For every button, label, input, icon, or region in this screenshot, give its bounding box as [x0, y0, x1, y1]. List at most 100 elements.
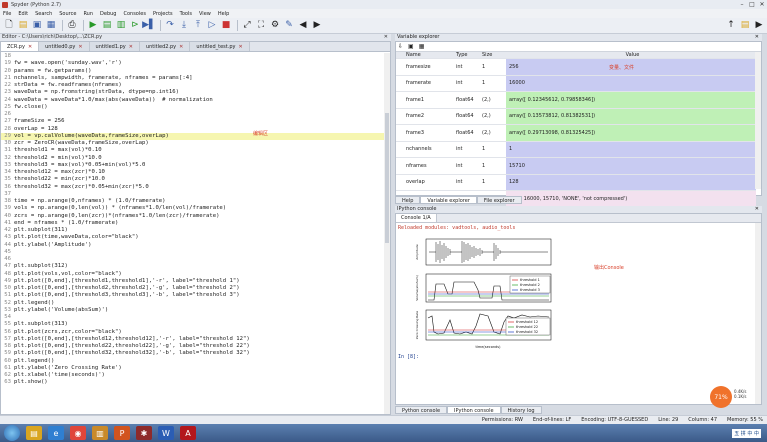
save-as-icon[interactable]: ▦ — [419, 43, 425, 50]
code-line[interactable]: 20 params = fw.getparams() — [1, 68, 390, 75]
code-line[interactable]: 21 nchannels, sampwidth, framerate, nfram… — [1, 75, 390, 82]
import-icon[interactable]: ⇩ — [398, 43, 403, 50]
code-line[interactable]: 52 plt.legend() — [1, 300, 390, 307]
tab-help[interactable]: Help — [395, 196, 421, 204]
word-icon[interactable]: W — [158, 426, 174, 440]
folder-icon[interactable]: ▤ — [739, 20, 751, 32]
new-file-icon[interactable]: 🗋 — [3, 20, 15, 32]
step-into-icon[interactable]: ⤓ — [178, 20, 190, 32]
code-line[interactable]: 46 — [1, 256, 390, 263]
run-icon[interactable]: ▶ — [87, 20, 99, 32]
tab-variable-explorer[interactable]: Variable explorer — [420, 196, 477, 204]
code-line[interactable]: 58 plt.plot([0,end],[threshold22,threshol… — [1, 343, 390, 350]
tab-untitled0[interactable]: untitled0.py ✕ — [39, 42, 90, 51]
variable-row[interactable]: framesize int 1 256 — [396, 59, 756, 76]
menu-run[interactable]: Run — [83, 11, 93, 17]
code-line[interactable]: 44 plt.ylabel('Amplitude') — [1, 242, 390, 249]
column-header-name[interactable]: Name — [396, 52, 456, 58]
close-pane-icon[interactable]: ✕ — [755, 34, 759, 40]
chrome-icon[interactable]: ◉ — [70, 426, 86, 440]
code-line[interactable]: 42 plt.subplot(311) — [1, 227, 390, 234]
run-cell-icon[interactable]: ▤ — [101, 20, 113, 32]
tab-console-1[interactable]: Console 1/A — [396, 214, 437, 222]
tab-history-log[interactable]: History log — [500, 406, 542, 414]
code-line[interactable]: 50 plt.plot([0,end],[threshold2,threshold… — [1, 285, 390, 292]
menu-source[interactable]: Source — [59, 11, 76, 17]
print-icon[interactable]: ⎙ — [66, 20, 78, 32]
scrollbar-thumb[interactable] — [385, 113, 389, 243]
menu-consoles[interactable]: Consoles — [123, 11, 145, 17]
back-icon[interactable]: ◀ — [297, 20, 309, 32]
console-prompt[interactable]: In [8]: — [398, 354, 419, 360]
menu-edit[interactable]: Edit — [18, 11, 28, 17]
code-line[interactable]: 43 plt.plot(time,waveData,color="black") — [1, 234, 390, 241]
code-line[interactable]: 32 threshold2 = min(vol)*10.0 — [1, 155, 390, 162]
menu-view[interactable]: View — [199, 11, 211, 17]
maximize-icon[interactable]: ⤢ — [241, 20, 253, 32]
code-line[interactable]: 61 plt.ylabel('Zero Crossing Rate') — [1, 365, 390, 372]
menu-help[interactable]: Help — [218, 11, 229, 17]
explorer-icon[interactable]: ▤ — [26, 426, 42, 440]
code-line[interactable]: 41 end = nframes * (1.0/framerate) — [1, 220, 390, 227]
save-all-icon[interactable]: ▦ — [45, 20, 57, 32]
menu-file[interactable]: File — [3, 11, 11, 17]
code-line[interactable]: 18 — [1, 53, 390, 60]
code-line[interactable]: 39 vols = np.arange(0,len(vol)) * (nframe… — [1, 205, 390, 212]
code-line[interactable]: 25 fw.close() — [1, 104, 390, 111]
code-line[interactable]: 37 — [1, 191, 390, 198]
variable-row[interactable]: frame2 float64 (2,) array([ 0.13573812, 0.8… — [396, 108, 756, 125]
up-arrow-icon[interactable]: ↑ — [725, 20, 737, 32]
continue-icon[interactable]: ▷ — [206, 20, 218, 32]
column-header-value[interactable]: Value — [506, 52, 756, 58]
console-scrollbar[interactable] — [755, 223, 761, 404]
code-line[interactable]: 33 threshold3 = max(vol)*0.05+min(vol)*5.… — [1, 162, 390, 169]
menu-projects[interactable]: Projects — [153, 11, 173, 17]
menu-search[interactable]: Search — [35, 11, 52, 17]
forward-icon[interactable]: ▶ — [311, 20, 323, 32]
code-line[interactable]: 45 — [1, 249, 390, 256]
ime-indicator[interactable]: 五 拼 中 中 — [732, 428, 761, 438]
variable-row[interactable]: nchannels int 1 1 — [396, 141, 756, 158]
ipython-console-pane[interactable]: Console 1/A Reloaded modules: vadtools, … — [395, 213, 762, 405]
code-line[interactable]: 49 plt.plot([0,end],[threshold1,threshold… — [1, 278, 390, 285]
code-line[interactable]: 47 plt.subplot(312) — [1, 263, 390, 270]
code-line[interactable]: 31 threshold1 = max(vol)*0.10 — [1, 147, 390, 154]
code-line[interactable]: 22 strData = fw.readframes(nframes) — [1, 82, 390, 89]
code-line[interactable]: 62 plt.xlabel('time(seconds)') — [1, 372, 390, 379]
code-line[interactable]: 27 frameSize = 256 — [1, 118, 390, 125]
close-tab-icon[interactable]: ✕ — [78, 44, 82, 50]
close-pane-icon[interactable]: ✕ — [755, 206, 759, 212]
menu-tools[interactable]: Tools — [180, 11, 192, 17]
code-line[interactable]: 59 plt.plot([0,end],[threshold32,threshol… — [1, 350, 390, 357]
code-line[interactable]: 28 overLap = 128 — [1, 126, 390, 133]
network-speed-badge[interactable]: 71% — [710, 386, 732, 408]
tab-untitled1[interactable]: untitled1.py ✕ — [89, 42, 140, 51]
tab-file-explorer[interactable]: File explorer — [476, 196, 522, 204]
code-line[interactable]: 34 threshold12 = max(zcr)*0.10 — [1, 169, 390, 176]
code-line[interactable]: 30 zcr = ZeroCR(waveData,frameSize,overLa… — [1, 140, 390, 147]
code-line[interactable]: 35 threshold22 = min(zcr)*10.0 — [1, 176, 390, 183]
close-tab-icon[interactable]: ✕ — [238, 44, 242, 50]
close-tab-icon[interactable]: ✕ — [28, 44, 32, 50]
code-line[interactable]: 63 plt.show() — [1, 379, 390, 386]
preferences-icon[interactable]: ⚙ — [269, 20, 281, 32]
close-pane-icon[interactable]: ✕ — [384, 34, 388, 40]
ie-icon[interactable]: e — [48, 426, 64, 440]
file-manager-icon[interactable]: ▥ — [92, 426, 108, 440]
python-path-icon[interactable]: ✎ — [283, 20, 295, 32]
code-line[interactable]: 48 plt.plot(vols,vol,color="black") — [1, 271, 390, 278]
code-line[interactable]: 60 plt.legend() — [1, 358, 390, 365]
tab-zcr[interactable]: ZCR.py ✕ — [1, 42, 40, 51]
code-line[interactable]: 40 zcrs = np.arange(0,len(zcr))*(nframes*… — [1, 213, 390, 220]
variable-row[interactable]: nframes int 1 15710 — [396, 158, 756, 175]
tab-ipython-console[interactable]: IPython console — [447, 406, 501, 414]
column-header-type[interactable]: Type — [456, 52, 482, 58]
editor-scrollbar[interactable] — [384, 53, 390, 414]
tab-untitled2[interactable]: untitled2.py ✕ — [139, 42, 191, 51]
maximize-button[interactable]: □ — [747, 1, 757, 9]
code-line[interactable]: 26 — [1, 111, 390, 118]
code-line[interactable]: 54 — [1, 314, 390, 321]
debug-icon[interactable]: ▶▌ — [142, 20, 156, 32]
code-line[interactable]: 57 plt.plot([0,end],[threshold12,threshol… — [1, 336, 390, 343]
ppt-icon[interactable]: P — [114, 426, 130, 440]
